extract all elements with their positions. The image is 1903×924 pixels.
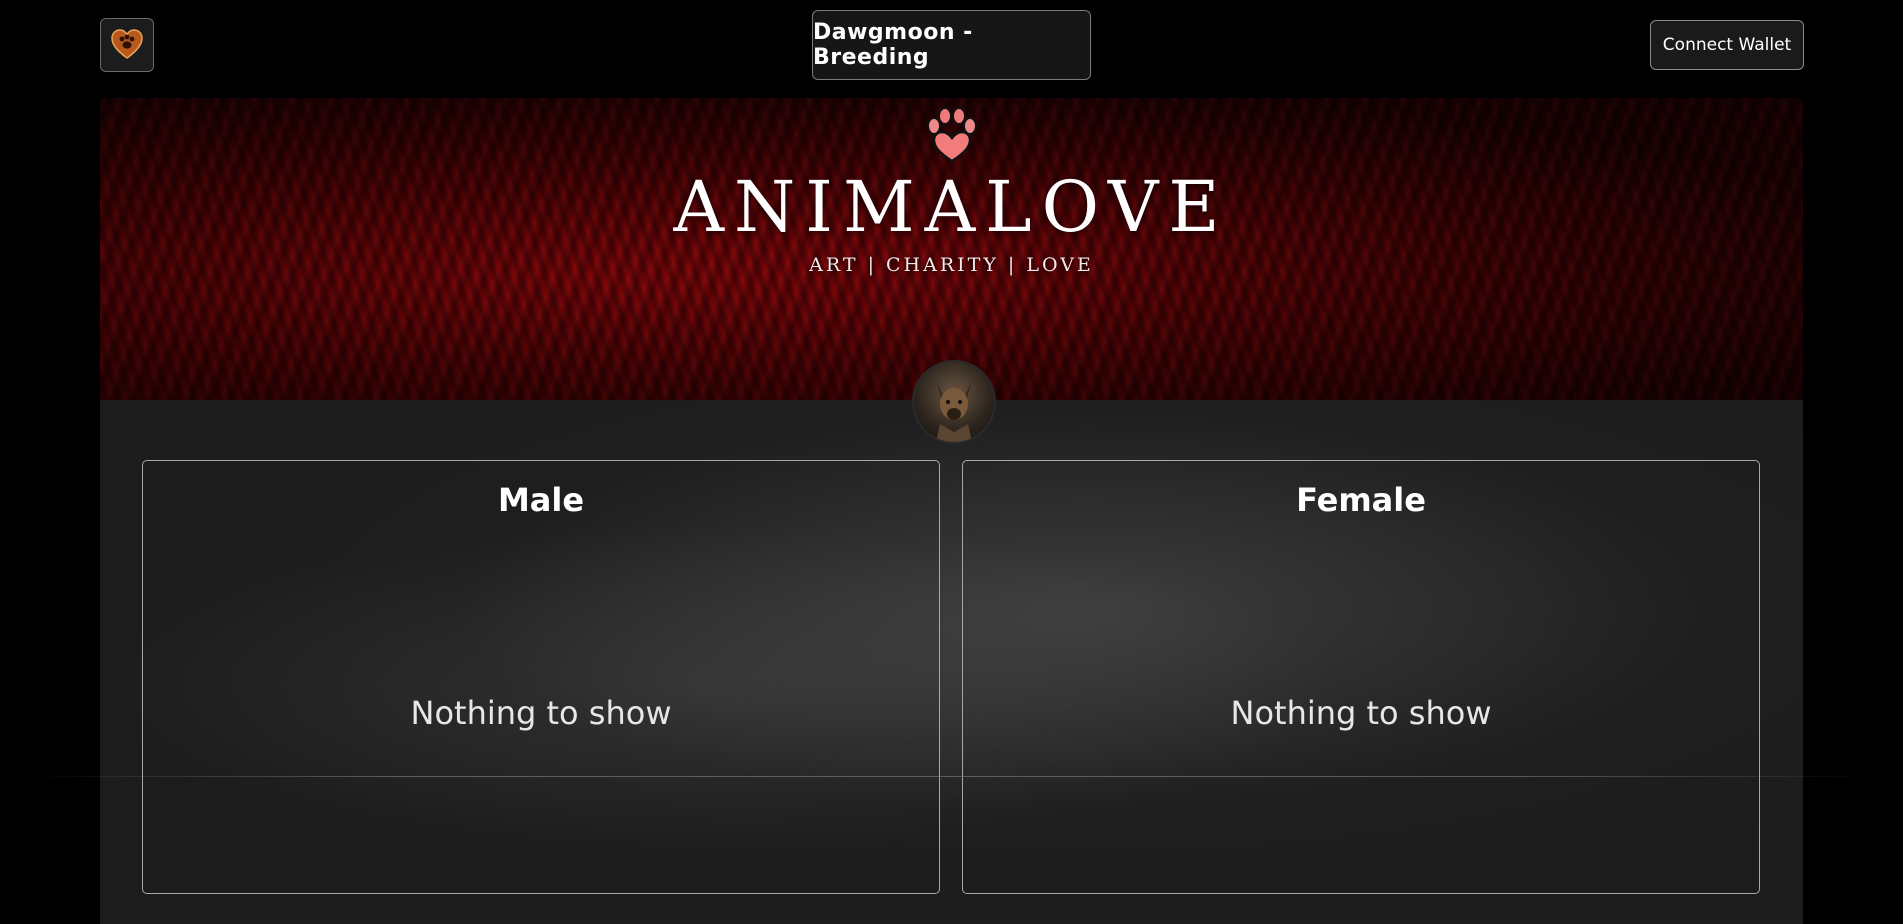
page-title: Dawgmoon - Breeding — [812, 10, 1091, 80]
dog-avatar-icon — [936, 380, 972, 442]
connect-wallet-button[interactable]: Connect Wallet — [1650, 20, 1804, 70]
male-panel-title: Male — [497, 481, 585, 519]
dog-avatar — [912, 360, 996, 444]
brand-header: ANIMALOVE ART | CHARITY | LOVE — [100, 98, 1803, 400]
paw-heart-icon — [926, 107, 977, 163]
male-panel: Male Nothing to show — [142, 460, 940, 894]
female-panel: Female Nothing to show — [962, 460, 1760, 894]
divider-line — [30, 776, 1873, 777]
female-panel-title: Female — [1296, 481, 1426, 519]
brand-subtitle: ART | CHARITY | LOVE — [809, 254, 1094, 276]
top-bar: Dawgmoon - Breeding Connect Wallet — [0, 0, 1903, 92]
home-logo-button[interactable] — [100, 18, 154, 72]
heart-paw-logo-icon — [111, 29, 143, 59]
male-empty-state: Nothing to show — [410, 694, 672, 732]
brand-title: ANIMALOVE — [673, 166, 1230, 248]
main-card: ANIMALOVE ART | CHARITY | LOVE Male Noth… — [100, 98, 1803, 924]
female-empty-state: Nothing to show — [1230, 694, 1492, 732]
